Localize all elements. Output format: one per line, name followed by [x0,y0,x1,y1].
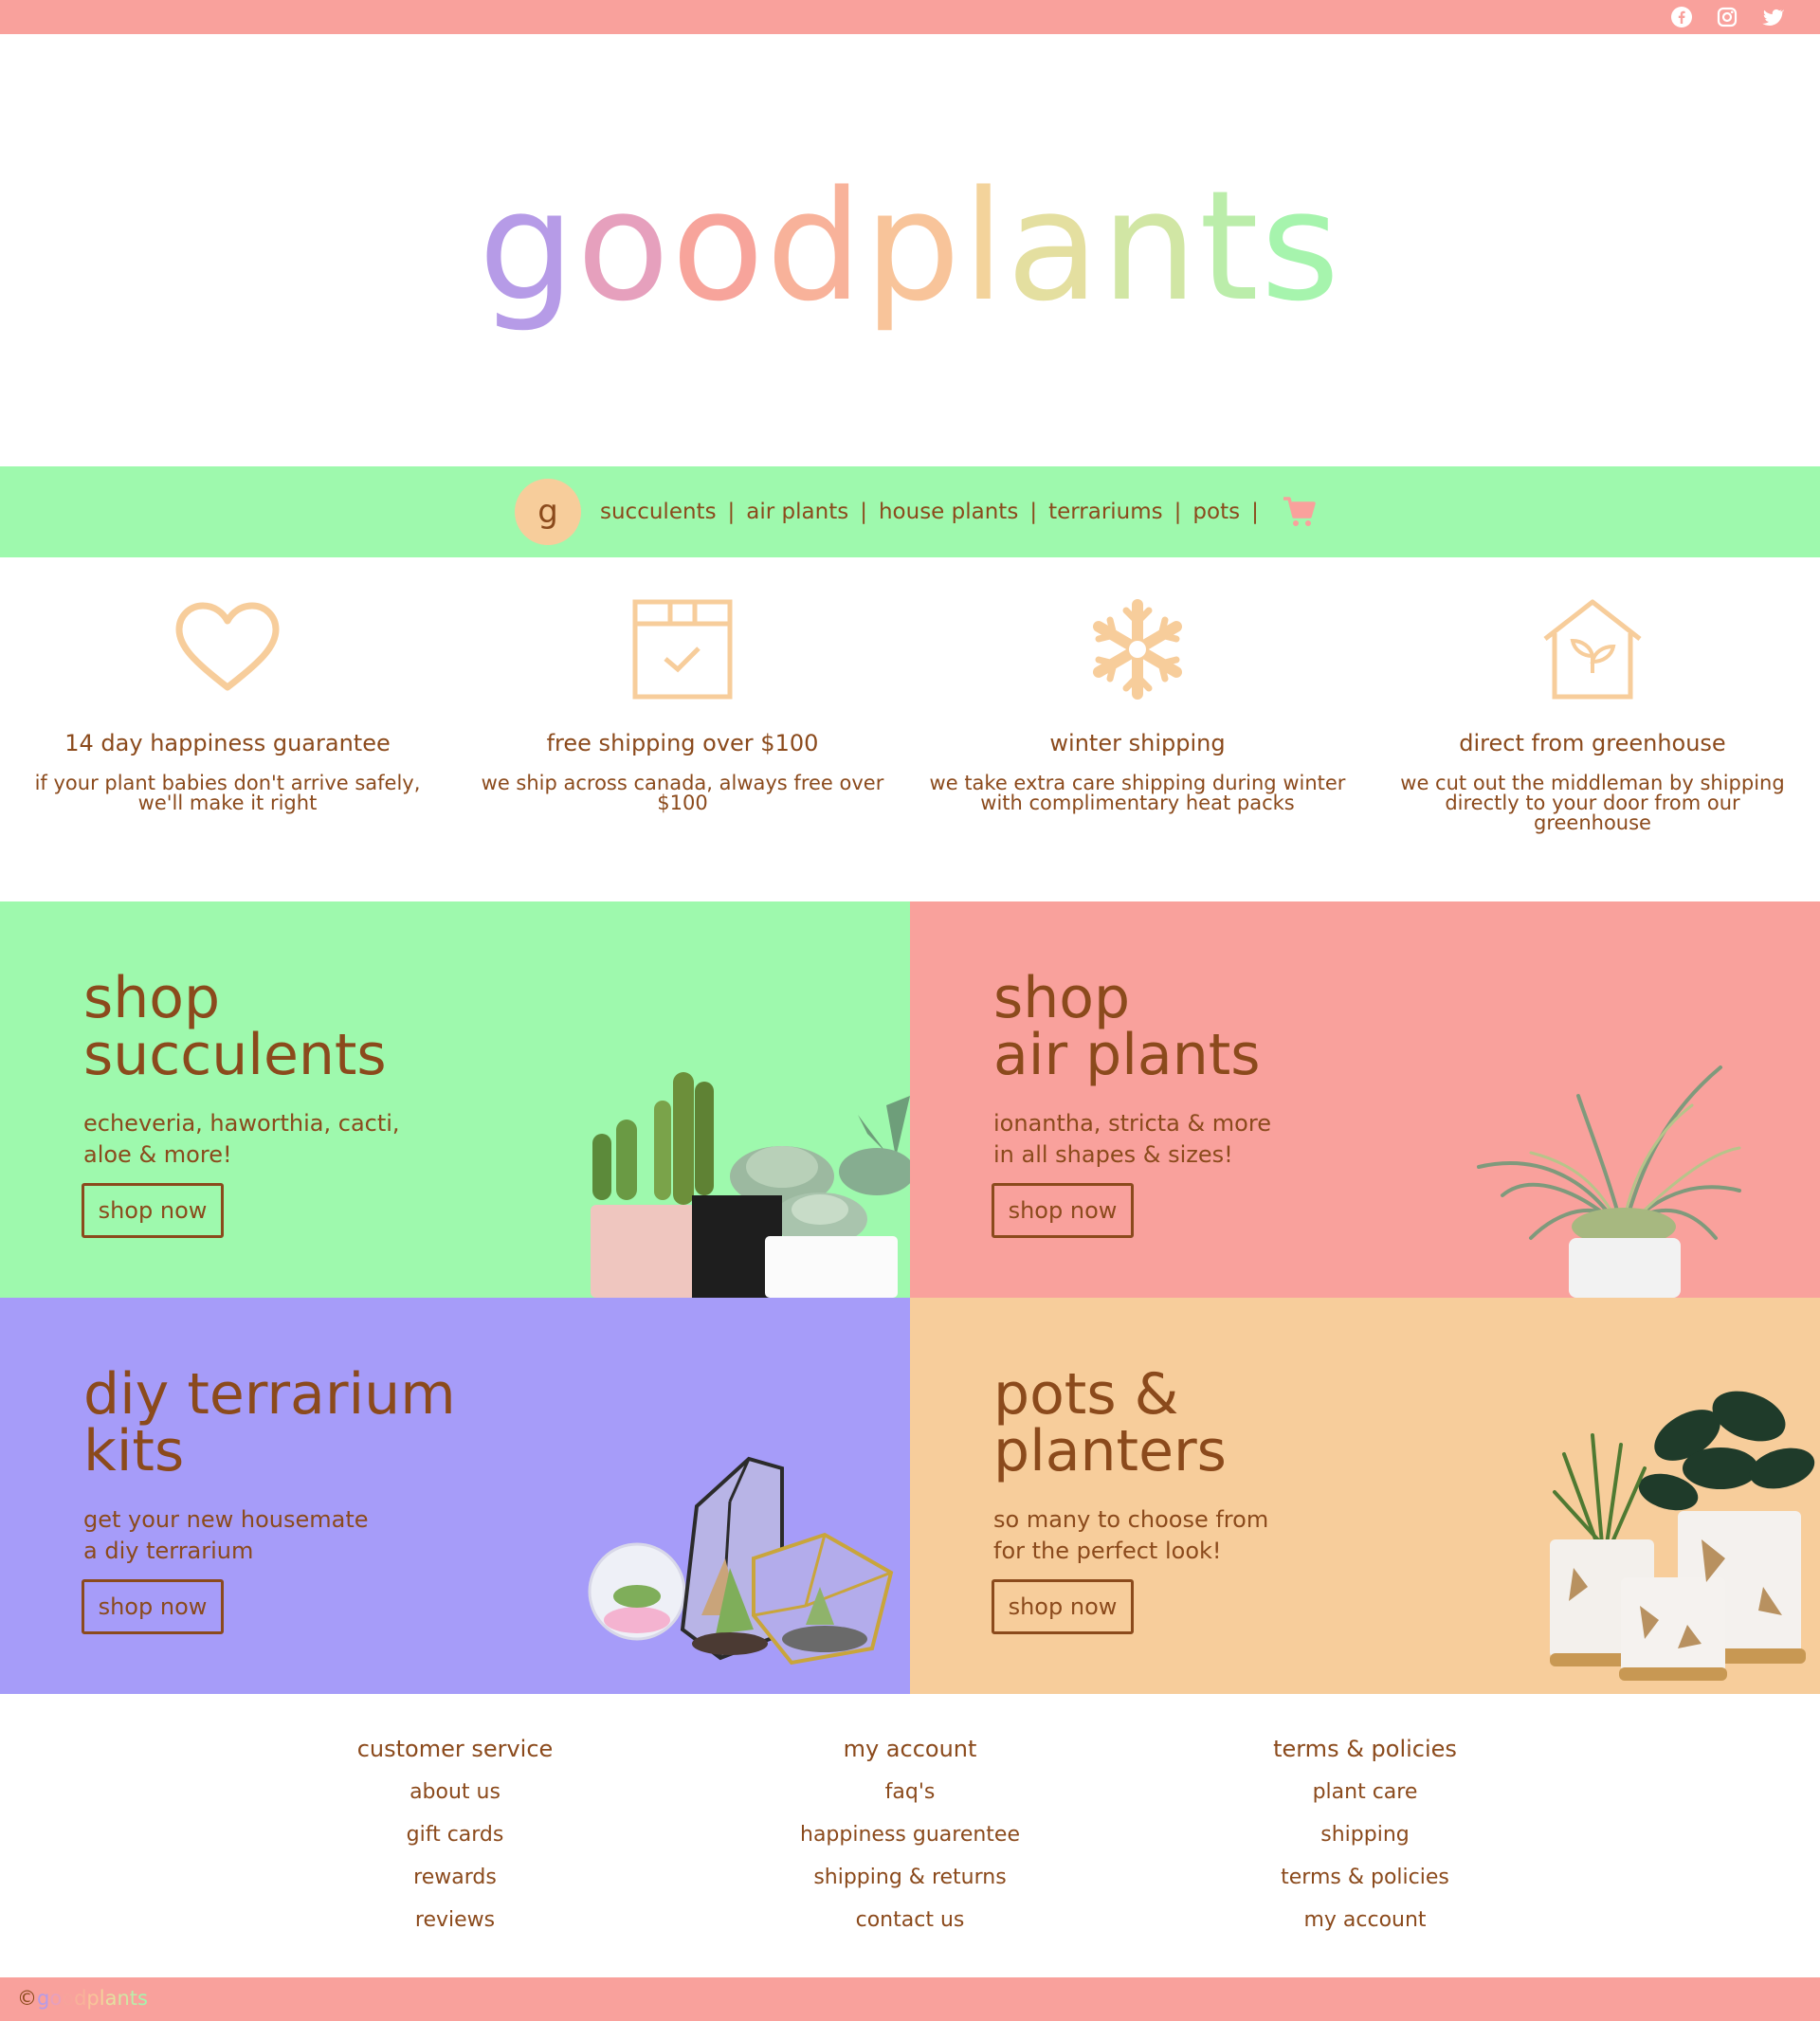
feature-description: we ship across canada, always free over … [481,772,884,814]
footer-link-happiness-guarentee[interactable]: happiness guarentee [720,1822,1100,1848]
footer-link-gift-cards[interactable]: gift cards [265,1822,645,1848]
copyright-letter: g [37,1987,50,2010]
feature-description: if your plant babies don't arrive safely… [34,772,421,814]
site-logo[interactable]: goodplants [0,152,1820,341]
footer: customer service about us gift cards rew… [0,1693,1820,1977]
cart-icon[interactable] [1282,496,1316,528]
nav-item-terrariums[interactable]: terrariums [1048,500,1163,524]
copyright-symbol: © [17,1987,37,2010]
air-plants-image[interactable] [1474,1058,1758,1298]
footer-link-faqs[interactable]: faq's [720,1779,1100,1805]
copyright-letter: d [74,1987,87,2010]
facebook-icon[interactable] [1670,6,1693,28]
bottom-bar: ©goodplants [0,1977,1820,2021]
shop-now-button[interactable]: shop now [992,1579,1134,1634]
promo-pots-planters: pots & planters so many to choose from f… [910,1298,1820,1694]
copyright-letter: p [86,1987,100,2010]
nav-separator: | [1029,500,1038,524]
footer-link-plant-care[interactable]: plant care [1175,1779,1555,1805]
copyright-letter: t [129,1987,138,2010]
feature-description: we cut out the middleman by shipping dir… [1400,772,1785,834]
promo-title: shop air plants [993,965,1261,1088]
copyright-letter: s [137,1987,148,2010]
nav-item-air-plants[interactable]: air plants [746,500,848,524]
nav-separator: | [860,500,867,524]
promo-title: diy terrarium kits [83,1361,456,1484]
snowflake-icon [1093,599,1182,700]
copyright: ©goodplants [17,1987,148,2010]
feature-description: we take extra care shipping during winte… [929,772,1346,814]
logo-letter: p [864,157,963,335]
footer-column-terms-policies: terms & policies plant care shipping ter… [1175,1693,1555,1933]
footer-link-my-account[interactable]: my account [1175,1907,1555,1933]
footer-heading: my account [843,1736,977,1762]
logo-letter: d [766,157,864,335]
copyright-letter: o [49,1987,63,2010]
nav-item-succulents[interactable]: succulents [600,500,717,524]
features-row: 14 day happiness guarantee if your plant… [0,597,1820,901]
footer-column-customer-service: customer service about us gift cards rew… [265,1693,645,1933]
greenhouse-icon [1543,599,1642,700]
footer-column-my-account: my account faq's happiness guarentee shi… [720,1693,1100,1933]
logo-letter: g [478,157,577,335]
nav-logo-badge[interactable]: g [515,479,581,545]
feature-free-shipping: free shipping over $100 we ship across c… [455,597,910,813]
feature-happiness: 14 day happiness guarantee if your plant… [0,597,455,813]
logo-letter: s [1260,157,1342,335]
feature-title: winter shipping [1049,730,1226,756]
copyright-letter: n [117,1987,130,2010]
succulents-image[interactable] [583,1067,910,1298]
footer-link-shipping[interactable]: shipping [1175,1822,1555,1848]
nav-item-pots[interactable]: pots [1192,500,1240,524]
nav-separator: | [727,500,736,524]
logo-letter: a [1006,157,1101,335]
copyright-letter: a [104,1987,118,2010]
footer-link-rewards[interactable]: rewards [265,1865,645,1890]
promo-description: get your new housemate a diy terrarium [83,1506,369,1564]
promo-title: shop succulents [83,965,387,1088]
nav-separator: | [1174,500,1182,524]
feature-title: 14 day happiness guarantee [64,730,391,756]
footer-heading: terms & policies [1273,1736,1457,1762]
feature-title: direct from greenhouse [1459,730,1726,756]
nav-separator: | [1251,500,1259,524]
terrarium-kits-image[interactable] [588,1454,905,1672]
pots-planters-image[interactable] [1536,1378,1820,1686]
promo-description: ionantha, stricta & more in all shapes &… [993,1110,1271,1168]
feature-title: free shipping over $100 [546,730,819,756]
footer-link-contact-us[interactable]: contact us [720,1907,1100,1933]
promo-description: echeveria, haworthia, cacti, aloe & more… [83,1110,400,1168]
footer-heading: customer service [356,1736,554,1762]
feature-winter-shipping: winter shipping we take extra care shipp… [910,597,1365,813]
logo-letter: t [1199,157,1261,335]
logo-letter: o [671,157,767,335]
logo-letter: l [962,157,1007,335]
footer-link-terms-policies[interactable]: terms & policies [1175,1865,1555,1890]
shop-now-button[interactable]: shop now [992,1183,1134,1238]
promo-terrarium-kits: diy terrarium kits get your new housemat… [0,1298,910,1694]
heart-icon [175,602,280,691]
footer-link-shipping-returns[interactable]: shipping & returns [720,1865,1100,1890]
shop-now-button[interactable]: shop now [82,1183,224,1238]
footer-link-about-us[interactable]: about us [265,1779,645,1805]
shop-now-button[interactable]: shop now [82,1579,224,1634]
promo-succulents: shop succulents echeveria, haworthia, ca… [0,901,910,1298]
nav-item-house-plants[interactable]: house plants [879,500,1018,524]
footer-link-reviews[interactable]: reviews [265,1907,645,1933]
main-nav: g succulents | air plants | house plants… [0,466,1820,557]
top-bar [0,0,1820,34]
instagram-icon[interactable] [1716,6,1738,28]
twitter-icon[interactable] [1761,6,1784,28]
box-check-icon [632,599,733,700]
copyright-letter: o [62,1987,75,2010]
promo-description: so many to choose from for the perfect l… [993,1506,1269,1564]
logo-letter: n [1101,157,1200,335]
feature-greenhouse: direct from greenhouse we cut out the mi… [1365,597,1820,833]
social-links [1670,6,1784,28]
logo-letter: o [576,157,672,335]
promo-title: pots & planters [993,1361,1227,1484]
promo-air-plants: shop air plants ionantha, stricta & more… [910,901,1820,1298]
